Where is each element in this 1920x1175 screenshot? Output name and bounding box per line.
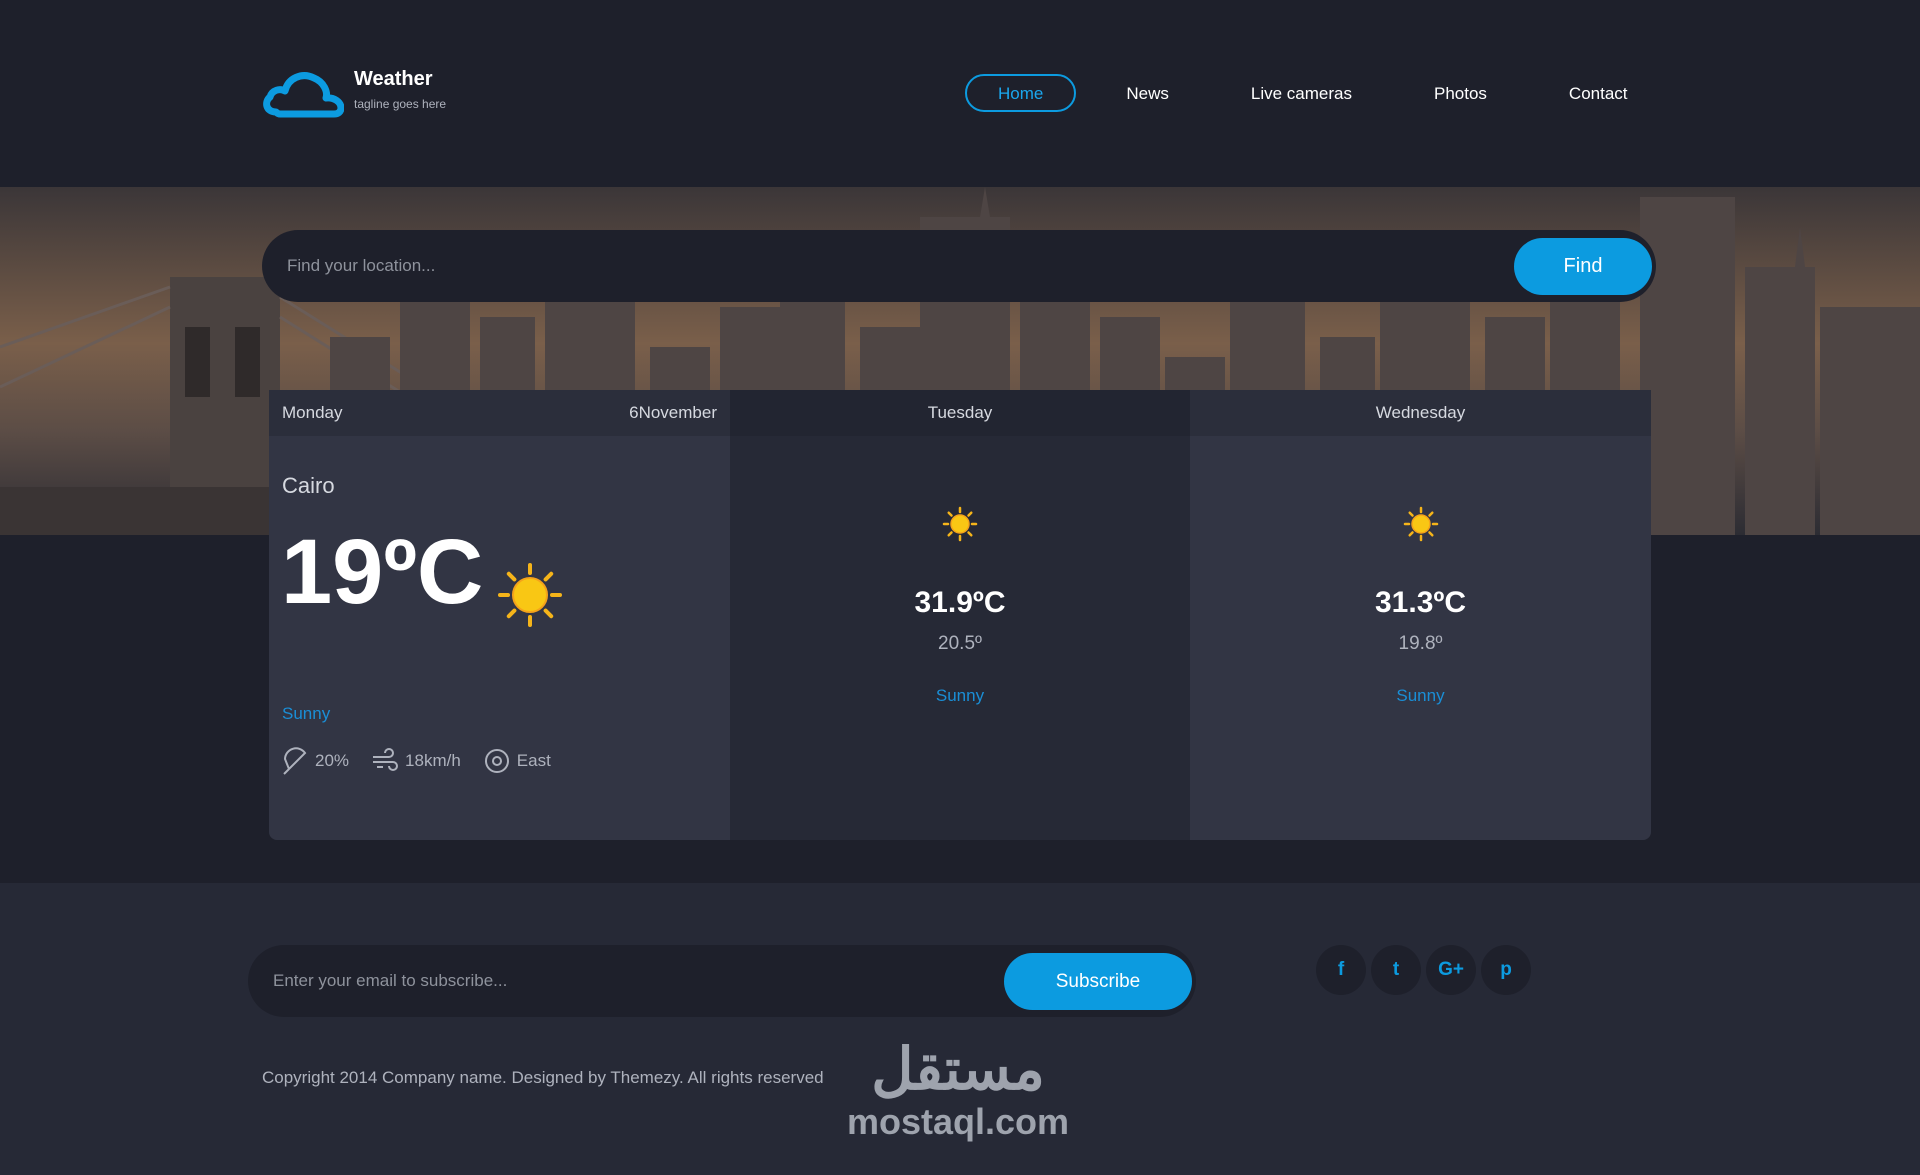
location-search-input[interactable]: [287, 230, 1487, 302]
email-subscribe-input[interactable]: [273, 945, 993, 1017]
day-name: Tuesday: [927, 403, 993, 422]
brand-title: Weather: [354, 68, 433, 90]
rain-stat: 20%: [281, 747, 349, 775]
forecast-panel: Monday 6November Cairo 19ºC Sunny 20% 18…: [269, 390, 1651, 840]
forecast-today: Monday 6November Cairo 19ºC Sunny 20% 18…: [269, 390, 730, 840]
location-search: Find: [262, 230, 1656, 302]
nav-news[interactable]: News: [1094, 74, 1201, 112]
forecast-day-header: Tuesday: [730, 390, 1190, 436]
min-temperature: 19.8º: [1398, 633, 1443, 654]
weather-stats: 20% 18km/h East: [281, 747, 573, 775]
forecast-day-body: 31.3ºC 19.8º Sunny: [1190, 436, 1651, 840]
current-temperature: 19ºC: [281, 521, 484, 623]
nav-contact[interactable]: Contact: [1537, 74, 1660, 112]
find-button[interactable]: Find: [1514, 238, 1652, 295]
day-name: Wednesday: [1375, 403, 1466, 422]
site-header: Weather tagline goes here Home News Live…: [0, 0, 1920, 187]
social-links: f t G+ p: [1316, 945, 1536, 995]
max-temperature: 31.3ºC: [1374, 586, 1466, 619]
subscribe-form: Subscribe: [248, 945, 1196, 1017]
forecast-day-tuesday: Tuesday 31.9ºC 20.5º Sunny: [730, 390, 1190, 840]
pinterest-icon[interactable]: p: [1481, 945, 1531, 995]
nav-live-cameras[interactable]: Live cameras: [1219, 74, 1384, 112]
forecast-today-body: Cairo 19ºC Sunny 20% 18km/h East: [269, 436, 730, 840]
google-plus-icon[interactable]: G+: [1426, 945, 1476, 995]
forecast-today-header: Monday 6November: [269, 390, 730, 436]
date: 6November: [629, 403, 717, 422]
condition: Sunny: [1396, 686, 1445, 705]
wind-speed-stat: 18km/h: [371, 747, 461, 775]
forecast-day-body: 31.9ºC 20.5º Sunny: [730, 436, 1190, 840]
city-name: Cairo: [282, 473, 335, 498]
facebook-icon[interactable]: f: [1316, 945, 1366, 995]
wind-icon: [373, 748, 399, 771]
subscribe-button[interactable]: Subscribe: [1004, 953, 1192, 1010]
max-temperature: 31.9ºC: [914, 586, 1006, 619]
forecast-day-header: Wednesday: [1190, 390, 1651, 436]
watermark-arabic: مستقل: [871, 1037, 1045, 1102]
watermark-latin: mostaql.com: [846, 1101, 1070, 1142]
compass-icon: [484, 749, 509, 773]
cloud-logo-icon: [263, 72, 344, 118]
main-nav: Home News Live cameras Photos Contact: [965, 74, 1678, 112]
copyright-text: Copyright 2014 Company name. Designed by…: [262, 1068, 824, 1087]
condition: Sunny: [282, 704, 331, 723]
brand-tagline: tagline goes here: [354, 97, 447, 111]
sun-icon: [498, 563, 562, 627]
wind-direction-stat: East: [483, 747, 551, 775]
rain-value: 20%: [315, 751, 350, 770]
sun-icon: [1403, 506, 1438, 542]
min-temperature: 20.5º: [938, 633, 982, 654]
twitter-icon[interactable]: t: [1371, 945, 1421, 995]
wind-direction-value: East: [516, 751, 551, 770]
umbrella-icon: [283, 747, 307, 775]
forecast-day-wednesday: Wednesday 31.3ºC 19.8º Sunny: [1190, 390, 1651, 840]
condition: Sunny: [935, 686, 985, 705]
nav-home[interactable]: Home: [965, 74, 1077, 112]
mostaql-watermark: مستقل mostaql.com: [838, 1038, 1078, 1158]
nav-photos[interactable]: Photos: [1402, 74, 1519, 112]
day-name: Monday: [282, 403, 343, 422]
wind-speed-value: 18km/h: [405, 751, 461, 770]
brand[interactable]: Weather tagline goes here: [262, 66, 446, 118]
sun-icon: [942, 506, 978, 542]
